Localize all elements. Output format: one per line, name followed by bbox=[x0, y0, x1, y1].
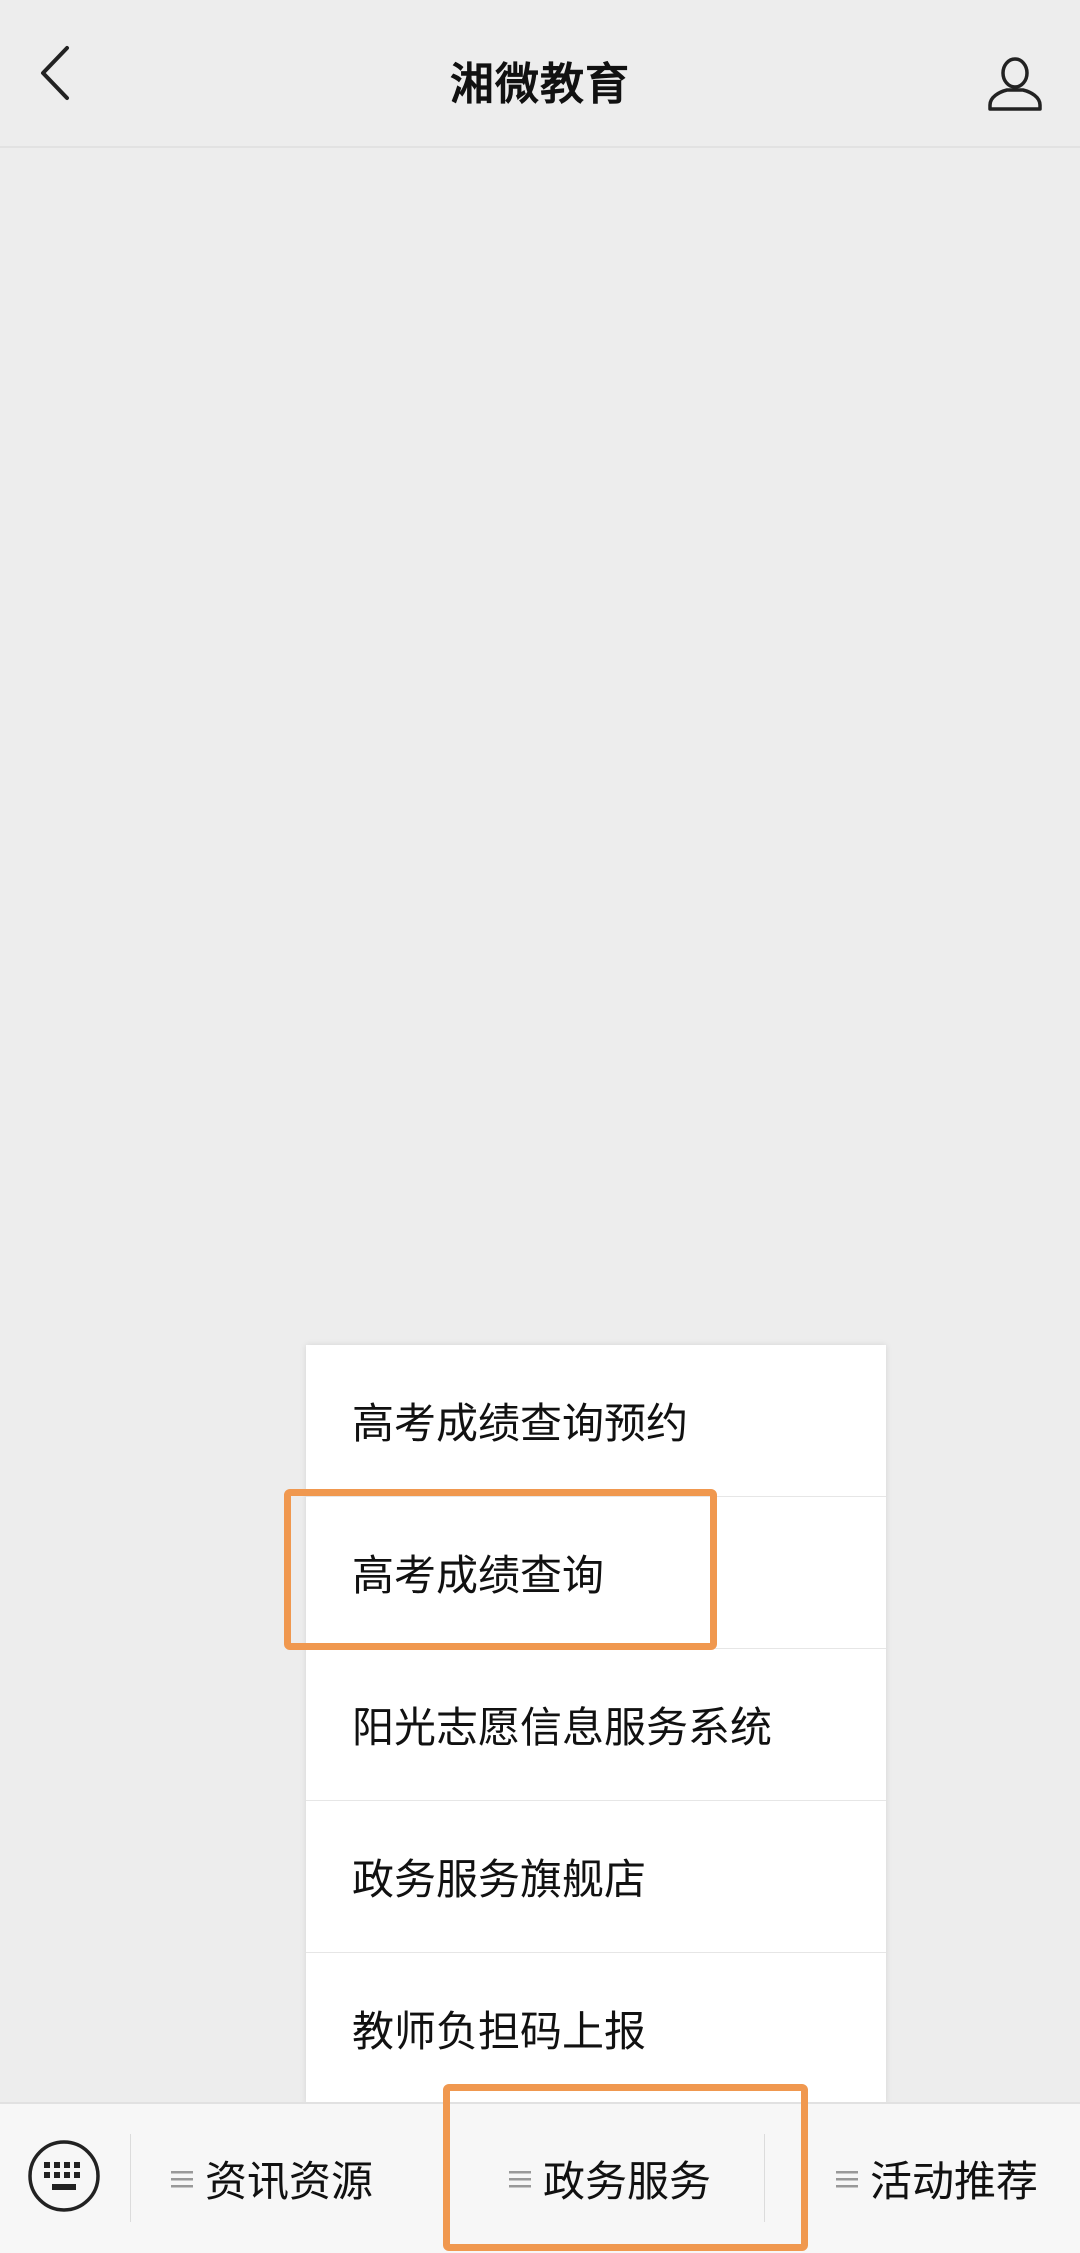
keyboard-toggle-button[interactable] bbox=[24, 2136, 104, 2216]
menu-item-flagship-store[interactable]: 政务服务旗舰店 bbox=[306, 1801, 886, 1953]
tab-label: 政务服务 bbox=[542, 2157, 711, 2206]
menu-item-score-query[interactable]: 高考成绩查询 bbox=[306, 1497, 886, 1649]
tab-label: 资讯资源 bbox=[204, 2157, 373, 2206]
bottom-menu-bar: 资讯资源 政务服务 活动推荐 bbox=[0, 2102, 1080, 2253]
menu-item-volunteer-system[interactable]: 阳光志愿信息服务系统 bbox=[306, 1649, 886, 1801]
header-bar: 湘微教育 bbox=[0, 0, 1080, 148]
page-title: 湘微教育 bbox=[450, 59, 630, 110]
tab-divider bbox=[764, 2134, 765, 2222]
tab-government-services[interactable]: 政务服务 bbox=[450, 2104, 770, 2253]
keyboard-icon bbox=[28, 2140, 100, 2212]
tab-activity-recommendations[interactable]: 活动推荐 bbox=[794, 2104, 1080, 2253]
tab-divider bbox=[130, 2134, 131, 2222]
menu-lines-icon bbox=[835, 2168, 858, 2190]
menu-item-teacher-burden-report[interactable]: 教师负担码上报 bbox=[306, 1953, 886, 2104]
profile-button[interactable] bbox=[970, 38, 1060, 128]
tab-news-resources[interactable]: 资讯资源 bbox=[132, 2104, 412, 2253]
tab-label: 活动推荐 bbox=[869, 2157, 1038, 2206]
user-profile-icon bbox=[988, 57, 1042, 111]
menu-item-score-appointment[interactable]: 高考成绩查询预约 bbox=[306, 1345, 886, 1497]
menu-lines-icon bbox=[170, 2168, 193, 2190]
service-popup-menu: 高考成绩查询预约 高考成绩查询 阳光志愿信息服务系统 政务服务旗舰店 教师负担码… bbox=[306, 1345, 886, 2104]
menu-lines-icon bbox=[508, 2168, 531, 2190]
